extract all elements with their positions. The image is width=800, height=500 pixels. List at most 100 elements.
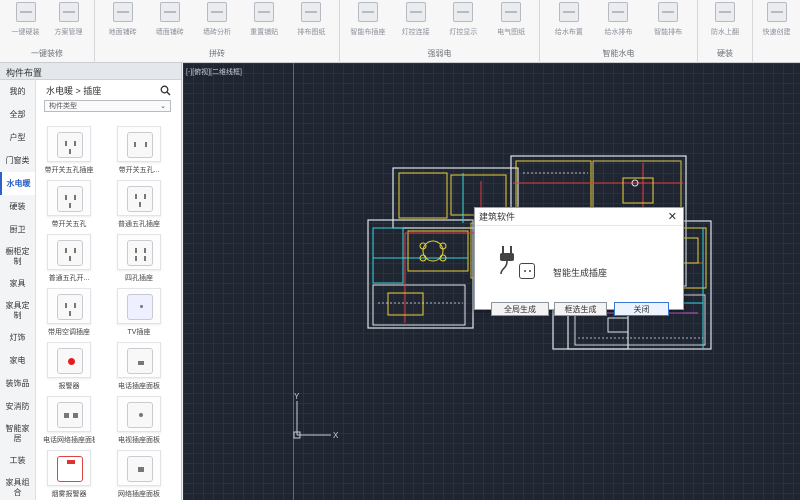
water-layout-icon bbox=[608, 2, 629, 22]
ribbon-btn-water-layout[interactable]: 给水排布 bbox=[601, 0, 635, 48]
phone-socket-icon bbox=[127, 348, 153, 374]
list-item[interactable]: TV插座 bbox=[113, 288, 165, 337]
panel-title: 构件布置 bbox=[0, 63, 181, 80]
ribbon-btn-one-click[interactable]: 一键硬装 bbox=[9, 0, 43, 48]
list-item[interactable]: 带开关五孔插座 bbox=[43, 126, 95, 175]
category-kitchen-bath[interactable]: 厨卫 bbox=[0, 218, 35, 241]
tv-socket-icon bbox=[127, 294, 153, 320]
water-supply-icon bbox=[558, 2, 579, 22]
socket-thumbnail bbox=[117, 396, 161, 432]
socket-thumbnail bbox=[117, 450, 161, 486]
reset-icon bbox=[254, 2, 275, 22]
network-socket-icon bbox=[57, 402, 83, 428]
category-furniture-custom[interactable]: 家具定制 bbox=[0, 295, 35, 326]
category-hard-decor[interactable]: 硬装 bbox=[0, 195, 35, 218]
ucs-axis-icon: Y X bbox=[293, 393, 339, 440]
list-item[interactable]: 带用空调插座 bbox=[43, 288, 95, 337]
list-item[interactable]: 报警器 bbox=[43, 342, 95, 391]
ribbon-group-decoration: 一键硬装 方案管理 一键装修 bbox=[0, 0, 95, 63]
network-socket-icon bbox=[127, 456, 153, 482]
component-type-value: 构件类型 bbox=[49, 103, 77, 110]
ribbon-group-plumbing: 给水布置 给水排布 智能排布 智能水电 bbox=[540, 0, 698, 63]
category-doors-windows[interactable]: 门窗类 bbox=[0, 149, 35, 172]
ribbon-btn-reset[interactable]: 重置铺贴 bbox=[247, 0, 281, 48]
list-item[interactable]: 电话网络插座面板 bbox=[43, 396, 95, 445]
list-item[interactable]: 电话插座面板 bbox=[113, 342, 165, 391]
ribbon-btn-light-connect[interactable]: 灯控连接 bbox=[399, 0, 433, 48]
generate-all-button[interactable]: 全局生成 bbox=[491, 302, 549, 316]
socket-icon bbox=[357, 2, 378, 22]
search-icon[interactable] bbox=[160, 85, 171, 96]
analysis-icon bbox=[206, 2, 227, 22]
light-display-icon bbox=[453, 2, 474, 22]
list-item[interactable]: 四孔插座 bbox=[113, 234, 165, 283]
category-all[interactable]: 全部 bbox=[0, 103, 35, 126]
category-furniture-set[interactable]: 家具组合 bbox=[0, 472, 35, 500]
ribbon-group-hard: 防水上翻 硬装 bbox=[698, 0, 753, 63]
category-security[interactable]: 安消防 bbox=[0, 395, 35, 418]
category-lighting[interactable]: 灯饰 bbox=[0, 326, 35, 349]
close-button[interactable]: 关闭 bbox=[614, 302, 669, 316]
list-item[interactable]: 带开关五孔... bbox=[113, 126, 165, 175]
axis-y-label: Y bbox=[294, 393, 300, 401]
category-plumbing-electric[interactable]: 水电暖 bbox=[0, 172, 35, 195]
ribbon-btn-floor-tile[interactable]: 地面铺砖 bbox=[106, 0, 140, 48]
category-house-type[interactable]: 户型 bbox=[0, 126, 35, 149]
alarm-thumbnail bbox=[47, 342, 91, 378]
switch-socket-icon bbox=[127, 132, 153, 158]
electric-drawing-icon bbox=[501, 2, 522, 22]
list-item[interactable]: 烟雾报警器 bbox=[43, 450, 95, 499]
floor-tile-icon bbox=[112, 2, 133, 22]
four-hole-socket-icon bbox=[127, 240, 153, 266]
list-item[interactable]: 普通五孔开... bbox=[43, 234, 95, 283]
ribbon-btn-wall-tile[interactable]: 墙面铺砖 bbox=[153, 0, 187, 48]
ribbon-btn-smart-layout[interactable]: 智能排布 bbox=[651, 0, 685, 48]
list-item[interactable]: 电视插座面板 bbox=[113, 396, 165, 445]
ribbon-btn-waterproof[interactable]: 防水上翻 bbox=[708, 0, 742, 48]
ribbon-group-electric: 智能布插座 灯控连接 灯控显示 电气图纸 强弱电 bbox=[340, 0, 540, 63]
socket-thumbnail bbox=[117, 342, 161, 378]
socket-thumbnail bbox=[117, 180, 161, 216]
smoke-alarm-icon bbox=[57, 456, 83, 482]
ribbon-btn-scheme[interactable]: 方案管理 bbox=[52, 0, 86, 48]
category-commercial[interactable]: 工装 bbox=[0, 449, 35, 472]
category-appliances[interactable]: 家电 bbox=[0, 349, 35, 372]
alarm-thumbnail bbox=[47, 450, 91, 486]
ribbon-btn-smart-socket[interactable]: 智能布插座 bbox=[350, 0, 385, 48]
drawing-export-icon bbox=[301, 2, 322, 22]
category-decorations[interactable]: 装饰品 bbox=[0, 372, 35, 395]
category-mine[interactable]: 我的 bbox=[0, 80, 35, 103]
ribbon-btn-electric-drawing[interactable]: 电气图纸 bbox=[494, 0, 528, 48]
breadcrumb: 水电暖 > 插座 bbox=[38, 80, 177, 100]
ac-socket-icon bbox=[57, 294, 83, 320]
ribbon-btn-layout-drawing[interactable]: 排布图纸 bbox=[294, 0, 328, 48]
breadcrumb-text: 水电暖 > 插座 bbox=[46, 85, 102, 96]
socket-outline-icon bbox=[519, 263, 535, 279]
scheme-icon bbox=[58, 2, 79, 22]
axis-x-label: X bbox=[333, 431, 339, 440]
close-icon[interactable]: ✕ bbox=[668, 210, 677, 223]
waterproof-icon bbox=[715, 2, 735, 22]
socket-thumbnail bbox=[47, 234, 91, 270]
category-smart-home[interactable]: 智能家居 bbox=[0, 418, 35, 449]
ribbon-btn-light-display[interactable]: 灯控显示 bbox=[446, 0, 480, 48]
ribbon-btn-water-supply[interactable]: 给水布置 bbox=[552, 0, 586, 48]
dialog-titlebar: 建筑软件 ✕ bbox=[475, 208, 683, 226]
box-select-generate-button[interactable]: 框选生成 bbox=[554, 302, 607, 316]
category-furniture[interactable]: 家具 bbox=[0, 272, 35, 295]
dialog-body: 智能生成插座 全局生成 框选生成 关闭 bbox=[475, 226, 683, 316]
list-item[interactable]: 网络插座面板 bbox=[113, 450, 165, 499]
smart-layout-icon bbox=[658, 2, 679, 22]
ribbon-btn-tile-analysis[interactable]: 墙砖分析 bbox=[200, 0, 234, 48]
dialog-message: 智能生成插座 bbox=[553, 268, 608, 278]
list-item[interactable]: 普通五孔插座 bbox=[113, 180, 165, 229]
ribbon-btn-quick-create[interactable]: 快速创建 bbox=[760, 0, 794, 48]
list-item[interactable]: 带开关五孔 bbox=[43, 180, 95, 229]
alarm-icon bbox=[57, 348, 83, 374]
tv-socket-icon bbox=[127, 402, 153, 428]
smart-socket-dialog: 建筑软件 ✕ 智能生成插座 全局生成 框选生成 关闭 bbox=[474, 207, 684, 316]
socket-thumbnail bbox=[47, 126, 91, 162]
component-type-select[interactable]: 构件类型 ⌄ bbox=[44, 100, 171, 112]
category-cabinet-custom[interactable]: 橱柜定制 bbox=[0, 241, 35, 272]
wall-tile-icon bbox=[159, 2, 180, 22]
